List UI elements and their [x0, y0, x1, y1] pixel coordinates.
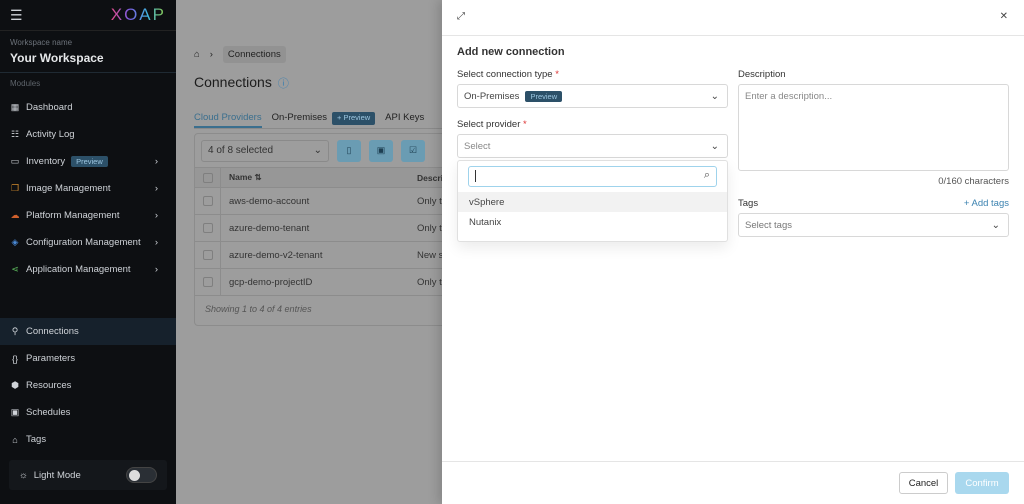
chevron-down-icon: ⌄: [313, 145, 322, 156]
page-title: Connections ⓘ: [194, 74, 289, 90]
chevron-right-icon: ›: [209, 49, 213, 60]
row-checkbox[interactable]: [202, 250, 213, 260]
dashboard-icon: ▦: [10, 102, 20, 112]
option-vsphere[interactable]: vSphere: [458, 192, 727, 212]
activity-icon: ☷: [10, 129, 20, 139]
config-icon: ◈: [11, 237, 19, 247]
chevron-down-icon: ⌄: [991, 219, 1000, 231]
sidebar-item-platform-management[interactable]: ☁ Platform Management ›: [0, 202, 176, 229]
logo: XOAP: [110, 5, 166, 24]
tags-label: Tags: [738, 198, 759, 209]
provider-search-input[interactable]: ⌕: [468, 166, 717, 187]
row-checkbox[interactable]: [202, 277, 213, 287]
cancel-button[interactable]: Cancel: [899, 472, 948, 494]
row-checkbox[interactable]: [202, 196, 213, 206]
column-select[interactable]: 4 of 8 selected ⌄: [201, 139, 329, 162]
select-all-checkbox[interactable]: [202, 172, 213, 183]
tab-api-keys[interactable]: API Keys: [385, 112, 424, 128]
panel-title: Add new connection: [457, 46, 565, 58]
search-icon: ⌕: [703, 169, 710, 181]
description-textarea[interactable]: Enter a description...: [738, 84, 1009, 171]
sidebar-item-application-management[interactable]: ⋖ Application Management ›: [0, 256, 176, 283]
provider-dropdown: ⌕ vSphere Nutanix: [457, 160, 728, 242]
preview-badge: Preview: [525, 90, 563, 102]
cloud-icon: ☁: [10, 210, 20, 220]
chevron-right-icon: ›: [154, 210, 158, 221]
menu-icon[interactable]: ☰: [10, 7, 23, 24]
breadcrumb: ⌂ › Connections: [194, 46, 286, 63]
tags-select[interactable]: Select tags ⌄: [738, 213, 1009, 237]
sidebar-item-parameters[interactable]: {} Parameters: [0, 345, 176, 372]
preview-badge: Preview: [71, 156, 108, 167]
sidebar-item-resources[interactable]: ⬢ Resources: [0, 372, 176, 399]
table-header: Name ⇅ Descri: [195, 168, 453, 188]
confirm-button[interactable]: Confirm: [955, 472, 1009, 494]
sidebar-item-connections[interactable]: ⚲ Connections: [0, 318, 176, 345]
connection-type-select[interactable]: On-Premises Preview ⌄: [457, 84, 728, 108]
light-mode-toggle[interactable]: [126, 467, 157, 483]
description-label: Description: [738, 69, 786, 80]
sidebar-item-dashboard[interactable]: ▦ Dashboard: [0, 94, 176, 121]
export-excel-button[interactable]: ▣: [369, 139, 393, 162]
home-icon[interactable]: ⌂: [194, 49, 200, 60]
sidebar-item-configuration-management[interactable]: ◈ Configuration Management ›: [0, 229, 176, 256]
tab-on-premises[interactable]: On-Premises: [272, 112, 327, 128]
chevron-down-icon: ⌄: [710, 140, 719, 152]
chevron-right-icon: ›: [154, 156, 158, 167]
table-row[interactable]: gcp-demo-projectID Only t: [195, 269, 453, 296]
help-icon[interactable]: ⓘ: [278, 78, 289, 90]
char-count: 0/160 characters: [938, 176, 1009, 187]
close-icon[interactable]: ✕: [1000, 11, 1008, 22]
chevron-down-icon: ⌄: [710, 90, 719, 102]
preview-badge: + Preview: [332, 112, 376, 125]
provider-select[interactable]: Select ⌄: [457, 134, 728, 158]
add-connection-panel: ⤢ ✕ Add new connection Select connection …: [442, 0, 1024, 504]
chevron-right-icon: ›: [154, 183, 158, 194]
sidebar: ☰ XOAP Workspace name Your Workspace Modul…: [0, 0, 176, 504]
image-icon: ❐: [10, 183, 20, 193]
table-footer: Showing 1 to 4 of 4 entries: [205, 304, 312, 314]
light-mode-row: ☼ Light Mode: [9, 460, 167, 490]
sort-name[interactable]: Name ⇅: [221, 172, 417, 183]
provider-label: Select provider *: [457, 119, 527, 130]
modules-label: Modules: [10, 79, 41, 88]
share-icon: ⋖: [11, 264, 19, 274]
sidebar-item-inventory[interactable]: ▭ Inventory Preview ›: [0, 148, 176, 175]
sidebar-item-activity-log[interactable]: ☷ Activity Log: [0, 121, 176, 148]
table-row[interactable]: azure-demo-v2-tenant New s: [195, 242, 453, 269]
sidebar-item-schedules[interactable]: ▣ Schedules: [0, 399, 176, 426]
sidebar-item-image-management[interactable]: ❐ Image Management ›: [0, 175, 176, 202]
table-row[interactable]: aws-demo-account Only t: [195, 188, 453, 215]
tag-icon: ⌂: [12, 434, 18, 445]
connections-icon: ⚲: [11, 326, 19, 336]
main-content: ⌂ › Connections Connections ⓘ Cloud Provide…: [176, 0, 454, 504]
connection-type-label: Select connection type *: [457, 69, 559, 80]
row-checkbox[interactable]: [202, 223, 213, 233]
table-row[interactable]: azure-demo-tenant Only t: [195, 215, 453, 242]
expand-icon[interactable]: ⤢: [457, 11, 465, 22]
chevron-right-icon: ›: [154, 237, 158, 248]
select-all-button[interactable]: ☑: [401, 139, 425, 162]
tabs: Cloud Providers On-Premises + Preview API K…: [194, 112, 442, 129]
option-nutanix[interactable]: Nutanix: [458, 212, 727, 232]
sun-icon: ☼: [19, 469, 28, 481]
calendar-icon: ▣: [10, 407, 20, 417]
tab-cloud-providers[interactable]: Cloud Providers: [194, 112, 262, 128]
connections-table: 4 of 8 selected ⌄ ▯ ▣ ☑ Name ⇅ Descri aws-de…: [194, 133, 454, 326]
parameters-icon: {}: [11, 353, 18, 364]
add-tags-link[interactable]: + Add tags: [964, 198, 1009, 209]
inventory-icon: ▭: [10, 156, 20, 166]
workspace-selector[interactable]: Workspace name Your Workspace: [0, 31, 176, 73]
box-icon: ⬢: [11, 380, 19, 390]
chevron-right-icon: ›: [154, 264, 158, 275]
sidebar-item-tags[interactable]: ⌂ Tags: [0, 426, 176, 453]
export-csv-button[interactable]: ▯: [337, 139, 361, 162]
